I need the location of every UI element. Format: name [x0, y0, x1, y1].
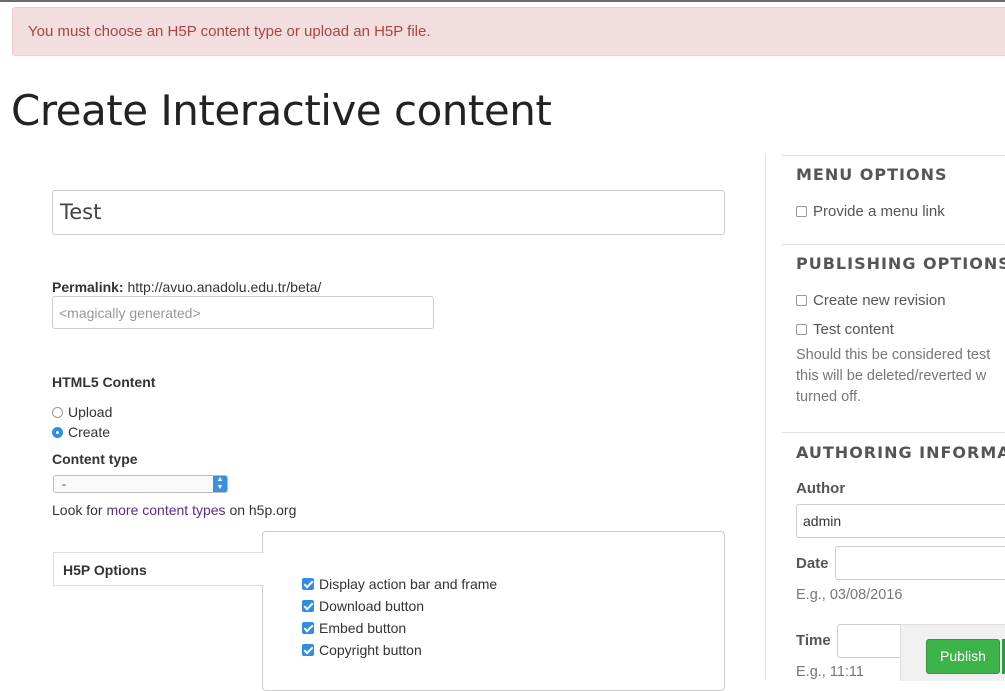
- checkbox-create-new-revision[interactable]: [796, 295, 807, 306]
- checkbox-test-content[interactable]: [796, 324, 807, 335]
- html5-content-label: HTML5 Content: [52, 374, 156, 390]
- menu-options-heading[interactable]: MENU OPTIONS: [796, 165, 948, 184]
- sidebar-rule: [781, 244, 1005, 245]
- checkbox-embed-button[interactable]: [302, 622, 314, 634]
- description-line: turned off.: [796, 389, 862, 405]
- look-for-text: Look for more content types on h5p.org: [52, 502, 296, 518]
- date-label: Date: [796, 555, 829, 572]
- checkbox-copyright-button[interactable]: [302, 644, 314, 656]
- radio-create-label: Create: [68, 424, 111, 440]
- look-for-suffix: on h5p.org: [229, 502, 297, 518]
- content-type-select[interactable]: - ▲ ▼: [53, 475, 228, 493]
- option-display-action-bar-label: Display action bar and frame: [319, 576, 498, 592]
- title-input[interactable]: Test: [52, 190, 725, 235]
- description-line: this will be deleted/reverted w: [796, 368, 987, 384]
- time-label: Time: [796, 632, 831, 649]
- look-for-prefix: Look for: [52, 502, 103, 518]
- date-input[interactable]: [835, 546, 1005, 580]
- publish-button[interactable]: Publish: [926, 639, 1000, 674]
- time-hint: E.g., 11:11: [796, 664, 864, 680]
- checkbox-display-action-bar[interactable]: [302, 578, 314, 590]
- content-type-selected: -: [62, 477, 66, 491]
- radio-create[interactable]: Create: [52, 424, 110, 440]
- permalink-url: http://avuo.anadolu.edu.tr/beta/: [127, 279, 322, 295]
- create-new-revision-label: Create new revision: [813, 292, 946, 309]
- error-alert: You must choose an H5P content type or u…: [12, 7, 1005, 56]
- provide-menu-link-option[interactable]: Provide a menu link: [796, 203, 945, 220]
- more-content-types-link[interactable]: more content types: [106, 502, 225, 518]
- option-download-button[interactable]: Download button: [302, 598, 424, 614]
- option-download-button-label: Download button: [319, 598, 425, 614]
- date-hint: E.g., 03/08/2016: [796, 587, 903, 603]
- description-line: Should this be considered test: [796, 347, 991, 363]
- permalink-input[interactable]: [52, 296, 434, 329]
- sidebar-divider: [765, 155, 766, 680]
- h5p-options-tab[interactable]: H5P Options: [53, 552, 264, 586]
- sidebar-rule: [781, 432, 1005, 433]
- alert-message: You must choose an H5P content type or u…: [28, 23, 431, 40]
- checkbox-download-button[interactable]: [302, 600, 314, 612]
- time-input[interactable]: [837, 624, 907, 658]
- test-content-label: Test content: [813, 321, 894, 338]
- provide-menu-link-label: Provide a menu link: [813, 203, 945, 220]
- radio-upload-circle[interactable]: [52, 406, 63, 418]
- option-copyright-button-label: Copyright button: [319, 642, 422, 658]
- test-content-description: Should this be considered test this will…: [796, 345, 1005, 408]
- option-copyright-button[interactable]: Copyright button: [302, 642, 422, 658]
- page-title: Create Interactive content: [11, 86, 552, 135]
- author-label: Author: [796, 480, 846, 497]
- permalink-label: Permalink:: [52, 279, 124, 295]
- checkbox-provide-menu-link[interactable]: [796, 206, 807, 217]
- option-display-action-bar[interactable]: Display action bar and frame: [302, 576, 497, 592]
- permalink-text: Permalink: http://avuo.anadolu.edu.tr/be…: [52, 279, 321, 295]
- sidebar-rule: [781, 155, 1005, 156]
- author-input[interactable]: [796, 504, 1005, 538]
- content-type-label: Content type: [52, 451, 138, 467]
- radio-upload[interactable]: Upload: [52, 404, 112, 420]
- publishing-options-heading[interactable]: PUBLISHING OPTIONS: [796, 254, 1005, 273]
- radio-upload-label: Upload: [68, 404, 113, 420]
- test-content-option[interactable]: Test content: [796, 321, 894, 338]
- select-arrows-icon: ▲ ▼: [213, 476, 227, 492]
- radio-create-circle[interactable]: [52, 426, 63, 438]
- top-border: [0, 0, 1005, 2]
- option-embed-button-label: Embed button: [319, 620, 407, 636]
- create-new-revision-option[interactable]: Create new revision: [796, 292, 946, 309]
- authoring-information-heading[interactable]: AUTHORING INFORMATIO: [796, 443, 1005, 462]
- option-embed-button[interactable]: Embed button: [302, 620, 406, 636]
